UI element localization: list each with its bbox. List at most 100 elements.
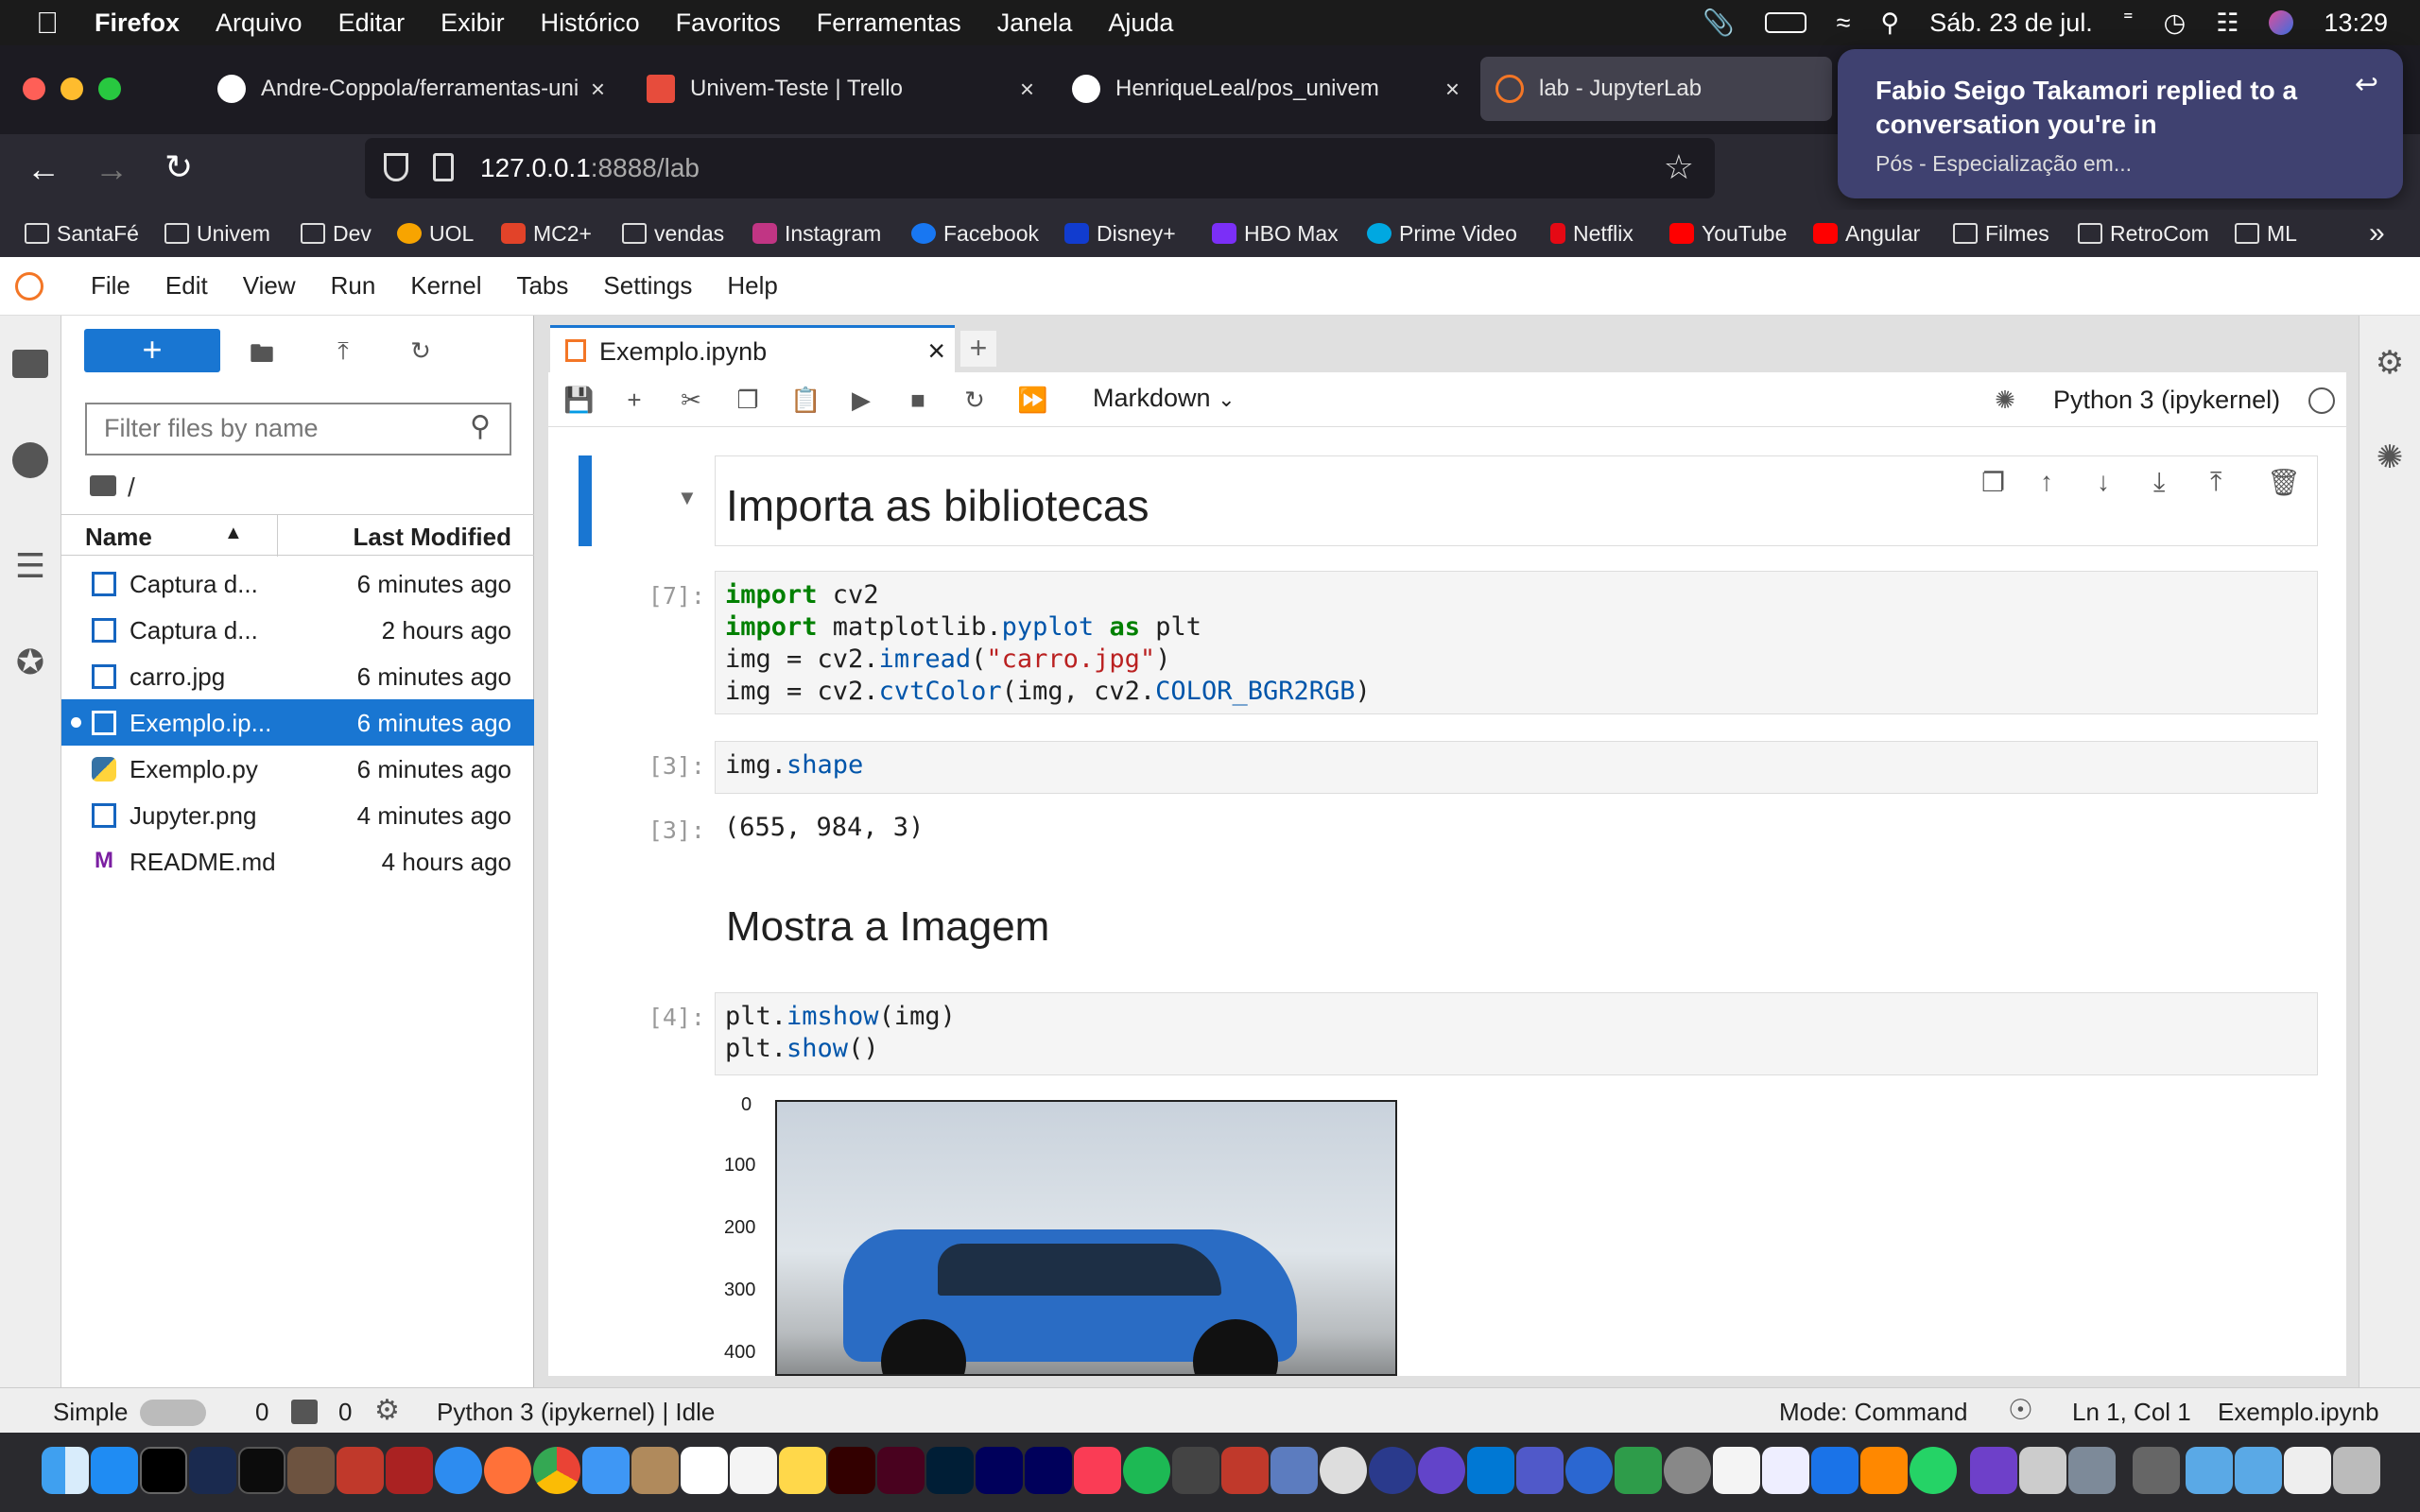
simple-mode-toggle[interactable] — [140, 1400, 206, 1426]
vscode-icon[interactable] — [1467, 1447, 1514, 1494]
cell-type-select[interactable]: Markdown ⌄ — [1093, 384, 1236, 413]
activity-monitor-icon[interactable] — [238, 1447, 285, 1494]
new-folder-icon[interactable]: 🖿 — [247, 336, 277, 368]
firefox-icon[interactable] — [484, 1447, 531, 1494]
menu-exibir[interactable]: Exibir — [441, 9, 505, 38]
paste-icon[interactable]: 📋 — [790, 386, 821, 414]
powershell-icon[interactable] — [189, 1447, 236, 1494]
breadcrumb-root[interactable]: / — [128, 472, 135, 502]
app-icon[interactable] — [1270, 1447, 1318, 1494]
file-row[interactable]: Captura d... 6 minutes ago — [61, 560, 534, 607]
url-bar[interactable]: 127.0.0.1:8888/lab ☆ — [365, 138, 1715, 198]
calendar-icon[interactable] — [681, 1447, 728, 1494]
code-cell-shape[interactable]: img.shape — [715, 741, 2318, 794]
menu-editar[interactable]: Editar — [338, 9, 406, 38]
breadcrumb[interactable]: / — [90, 472, 135, 503]
kernel-count[interactable]: 0 — [338, 1398, 352, 1427]
refresh-icon[interactable]: ↻ — [406, 336, 436, 367]
new-launcher-button[interactable]: + — [84, 329, 220, 372]
insert-cell-icon[interactable]: + — [620, 386, 648, 414]
menu-janela[interactable]: Janela — [997, 9, 1073, 38]
file-row[interactable]: Exemplo.py 6 minutes ago — [61, 746, 534, 792]
app-icon[interactable] — [2133, 1447, 2180, 1494]
run-icon[interactable]: ▶ — [847, 386, 875, 414]
apple-icon[interactable]:  — [36, 6, 59, 41]
move-down-icon[interactable]: ↓ — [2097, 467, 2110, 497]
collapse-arrow-icon[interactable]: ▼ — [677, 486, 698, 510]
battery-icon[interactable] — [1764, 12, 1806, 33]
after-effects-icon[interactable] — [976, 1447, 1023, 1494]
minimize-window-button[interactable] — [60, 77, 83, 100]
bookmark-angular[interactable]: Angular — [1813, 219, 1920, 248]
clock-time[interactable]: 13:29 — [2324, 9, 2388, 38]
app-store-icon[interactable] — [91, 1447, 138, 1494]
app-icon[interactable] — [2019, 1447, 2066, 1494]
search-icon[interactable]: ⚲ — [1880, 9, 1899, 38]
insert-below-icon[interactable]: ⤓ — [2153, 467, 2165, 498]
bbedit-icon[interactable] — [1320, 1447, 1367, 1494]
toc-icon[interactable]: ☰ — [12, 546, 48, 585]
menu-favoritos[interactable]: Favoritos — [676, 9, 781, 38]
wifi-icon[interactable]: ≈ — [1837, 9, 1851, 38]
teams-icon[interactable] — [1516, 1447, 1564, 1494]
app-icon[interactable] — [1565, 1447, 1613, 1494]
paperclip-icon[interactable]: 📎 — [1703, 8, 1735, 38]
menu-ajuda[interactable]: Ajuda — [1108, 9, 1173, 38]
jmenu-view[interactable]: View — [243, 271, 296, 301]
run-all-icon[interactable]: ⏩ — [1017, 386, 1047, 414]
close-window-button[interactable] — [23, 77, 45, 100]
bookmark-facebook[interactable]: Facebook — [911, 219, 1039, 248]
app-icon[interactable] — [2284, 1447, 2331, 1494]
menu-arquivo[interactable]: Arquivo — [216, 9, 302, 38]
jmenu-run[interactable]: Run — [331, 271, 376, 301]
cut-icon[interactable]: ✂ — [677, 386, 705, 414]
app-icon[interactable] — [1369, 1447, 1416, 1494]
reload-icon[interactable]: ↻ — [164, 147, 193, 187]
close-icon[interactable]: × — [591, 75, 605, 104]
control-center-icon[interactable]: ☷ — [2216, 9, 2238, 38]
app-icon[interactable] — [2068, 1447, 2116, 1494]
code-cell-imshow[interactable]: plt.imshow(img) plt.show() — [715, 992, 2318, 1075]
preview-icon[interactable] — [1762, 1447, 1809, 1494]
downloads-folder-icon[interactable] — [2235, 1447, 2282, 1494]
menu-ferramentas[interactable]: Ferramentas — [817, 9, 961, 38]
bookmark-univem[interactable]: Univem — [164, 219, 270, 248]
app-icon[interactable] — [386, 1447, 433, 1494]
close-icon[interactable]: × — [1445, 75, 1460, 104]
bookmark-primevideo[interactable]: Prime Video — [1367, 219, 1517, 248]
music-icon[interactable] — [1074, 1447, 1121, 1494]
file-row-selected[interactable]: Exemplo.ip... 6 minutes ago — [61, 699, 534, 746]
app-icon[interactable] — [287, 1447, 335, 1494]
bookmark-hbomax[interactable]: HBO Max — [1212, 219, 1339, 248]
bookmark-netflix[interactable]: Netflix — [1550, 219, 1634, 248]
terminal-count[interactable]: 0 — [255, 1398, 268, 1427]
jmenu-help[interactable]: Help — [727, 271, 777, 301]
app-icon[interactable] — [337, 1447, 384, 1494]
bookmark-youtube[interactable]: YouTube — [1669, 219, 1787, 248]
photoshop-icon[interactable] — [926, 1447, 974, 1494]
mode-text[interactable]: Mode: Command — [1779, 1398, 1967, 1427]
media-encoder-icon[interactable] — [1025, 1447, 1072, 1494]
file-row[interactable]: M README.md 4 hours ago — [61, 838, 534, 885]
code-cell-imports[interactable]: import cv2 import matplotlib.pyplot as p… — [715, 571, 2318, 714]
notification-banner[interactable]: Fabio Seigo Takamori replied to a conver… — [1838, 49, 2403, 198]
notebook-tab[interactable]: Exemplo.ipynb × — [550, 325, 955, 372]
file-row[interactable]: Captura d... 2 hours ago — [61, 607, 534, 653]
chevron-right-icon[interactable]: » — [2369, 217, 2385, 249]
zoom-window-button[interactable] — [98, 77, 121, 100]
stop-icon[interactable]: ■ — [904, 386, 932, 414]
debug-icon[interactable]: ✺ — [1991, 386, 2019, 414]
move-up-icon[interactable]: ↑ — [2040, 467, 2053, 497]
back-icon[interactable]: ← — [26, 149, 60, 189]
applications-folder-icon[interactable] — [2186, 1447, 2233, 1494]
app-icon[interactable] — [1615, 1447, 1662, 1494]
close-icon[interactable]: × — [927, 334, 945, 369]
filter-files-input[interactable]: Filter files by name — [85, 403, 511, 455]
reminders-icon[interactable] — [730, 1447, 777, 1494]
jmenu-file[interactable]: File — [91, 271, 130, 301]
bookmark-santafe[interactable]: SantaFé — [25, 219, 139, 248]
indesign-icon[interactable] — [877, 1447, 925, 1494]
jmenu-kernel[interactable]: Kernel — [410, 271, 481, 301]
bookmark-instagram[interactable]: Instagram — [752, 219, 881, 248]
tab-ferramentas[interactable]: Andre-Coppola/ferramentas-uni × — [202, 57, 618, 121]
